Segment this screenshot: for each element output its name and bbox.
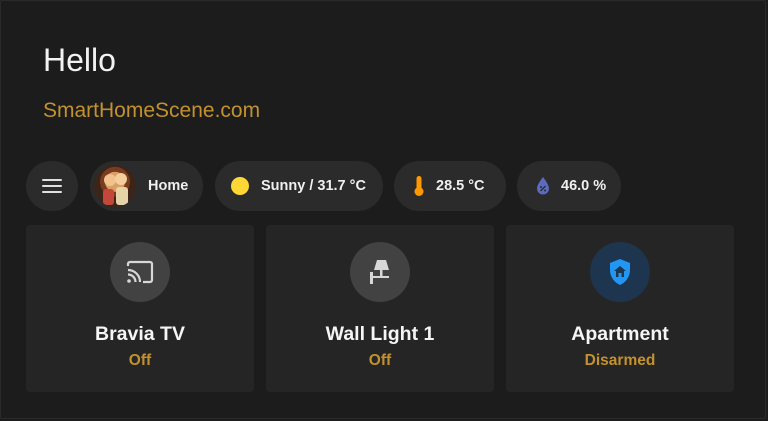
home-chip[interactable]: Home — [90, 161, 203, 211]
thermometer-icon — [414, 176, 424, 196]
sun-icon — [231, 177, 249, 195]
weather-chip[interactable]: Sunny / 31.7 °C — [215, 161, 383, 211]
humidity-chip[interactable]: 46.0 % — [517, 161, 621, 211]
menu-chip[interactable] — [26, 161, 78, 211]
device-card-apartment-alarm[interactable]: Apartment Disarmed — [506, 225, 734, 392]
greeting-title: Hello — [43, 42, 116, 78]
card-title: Wall Light 1 — [325, 323, 435, 345]
shield-home-icon — [590, 242, 650, 302]
card-state: Off — [368, 352, 392, 369]
temperature-chip-label: 28.5 °C — [436, 178, 485, 194]
temperature-chip[interactable]: 28.5 °C — [394, 161, 506, 211]
cast-icon — [110, 242, 170, 302]
site-subtitle: SmartHomeScene.com — [43, 99, 261, 122]
wall-light-icon — [350, 242, 410, 302]
card-state: Disarmed — [584, 352, 656, 369]
device-card-bravia-tv[interactable]: Bravia TV Off — [26, 225, 254, 392]
card-title: Apartment — [571, 323, 669, 345]
menu-icon — [42, 179, 62, 193]
card-title: Bravia TV — [95, 323, 185, 345]
device-card-wall-light-1[interactable]: Wall Light 1 Off — [266, 225, 494, 392]
weather-chip-label: Sunny / 31.7 °C — [261, 178, 366, 194]
card-state: Off — [128, 352, 152, 369]
humidity-chip-label: 46.0 % — [561, 178, 607, 194]
water-drop-icon — [537, 177, 549, 195]
avatar — [94, 165, 136, 207]
home-chip-label: Home — [148, 178, 189, 194]
